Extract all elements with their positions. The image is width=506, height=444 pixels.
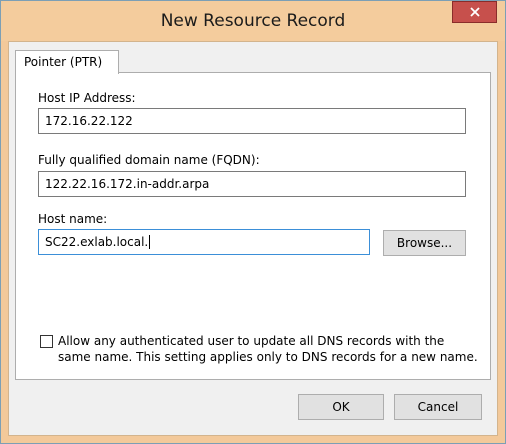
close-button[interactable]	[452, 1, 497, 23]
window-title: New Resource Record	[160, 11, 346, 31]
tab-pointer-ptr[interactable]: Pointer (PTR)	[15, 50, 119, 74]
host-name-value: SC22.exlab.local.	[45, 235, 149, 249]
fqdn-label: Fully qualified domain name (FQDN):	[38, 153, 260, 167]
cancel-button[interactable]: Cancel	[394, 394, 482, 420]
ok-button[interactable]: OK	[298, 394, 384, 420]
host-name-label: Host name:	[38, 212, 108, 226]
host-ip-field[interactable]: 172.16.22.122	[38, 108, 466, 134]
host-ip-label: Host IP Address:	[38, 91, 136, 105]
allow-update-checkbox[interactable]	[40, 335, 53, 348]
browse-button[interactable]: Browse...	[383, 230, 466, 256]
title-bar[interactable]: New Resource Record	[1, 1, 505, 41]
fqdn-field[interactable]: 122.22.16.172.in-addr.arpa	[38, 171, 466, 197]
close-icon	[469, 7, 480, 17]
text-caret	[149, 235, 151, 249]
allow-update-label[interactable]: Allow any authenticated user to update a…	[58, 333, 478, 365]
host-name-field[interactable]: SC22.exlab.local.	[38, 229, 370, 255]
